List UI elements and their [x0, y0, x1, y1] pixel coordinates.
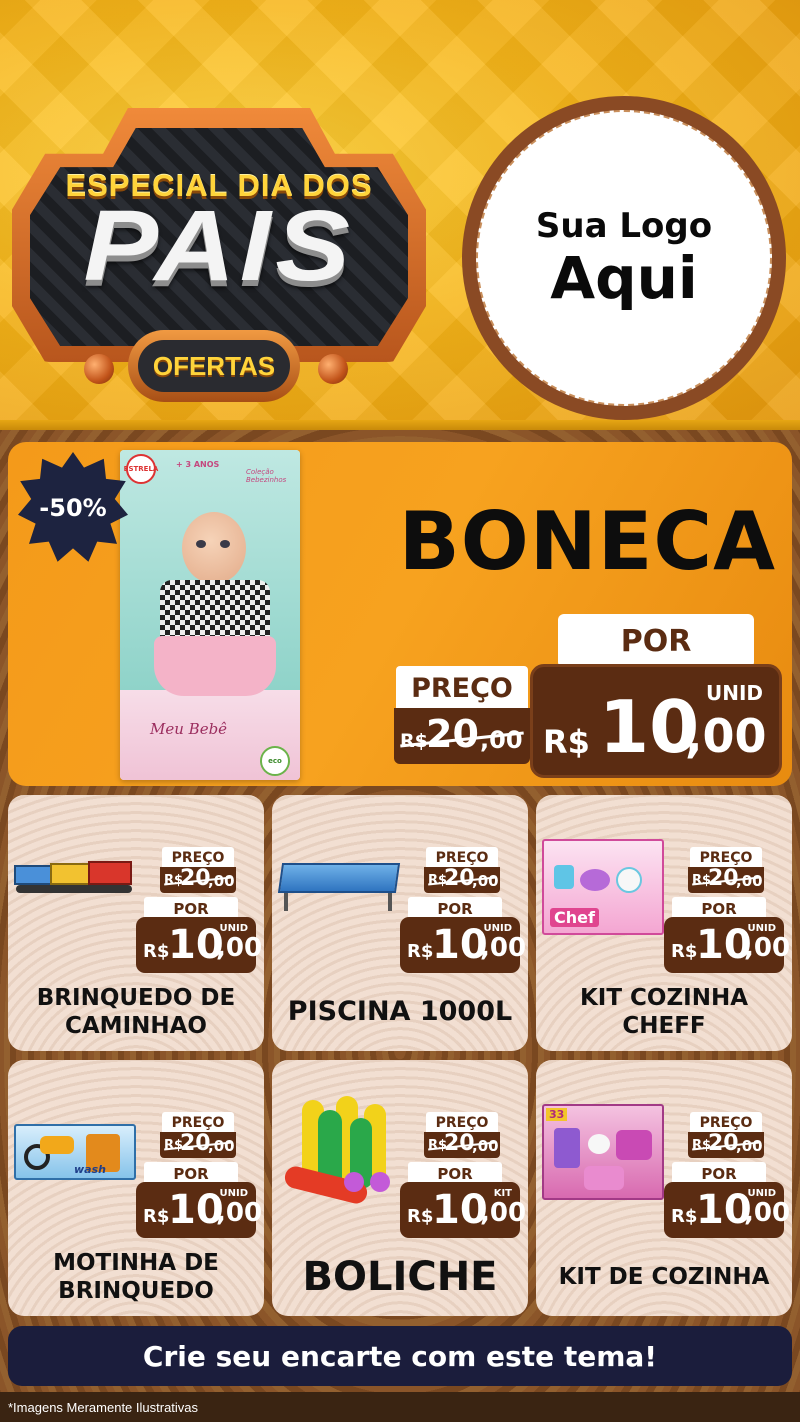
new-price: UNID R$ 10,00	[136, 1182, 262, 1238]
old-price: R$ 20,00	[424, 1131, 500, 1158]
product-name: MOTINHA DE BRINQUEDO	[53, 1250, 219, 1304]
currency-symbol: R$	[671, 941, 698, 962]
hero-old-price: R$ 20 ,00	[394, 708, 530, 764]
product-card[interactable]: PREÇO R$ 20,00 POR KIT R$ 10,00 BOLICHE	[272, 1060, 528, 1316]
product-card[interactable]: PREÇO R$ 20,00 POR UNID R$ 10,00 PISCINA 1000L	[272, 795, 528, 1051]
hero-product-title: BONECA	[398, 495, 776, 588]
create-flyer-button[interactable]: Crie seu encarte com este tema!	[8, 1326, 792, 1386]
product-card[interactable]: Chef PREÇO R$ 20,00 POR UNID R$ 10,00 KIT COZINH…	[536, 795, 792, 1051]
old-price: R$ 20,00	[160, 1131, 236, 1158]
currency-symbol: R$	[671, 1206, 698, 1227]
collection-label: Coleção Bebezinhos	[246, 468, 287, 484]
old-price-int: 20	[426, 712, 479, 756]
old-price-cents: ,00	[480, 726, 523, 754]
currency-symbol: R$	[543, 723, 590, 761]
motorbike-toy-image: wash	[14, 1124, 136, 1180]
doll-product-image: ESTRELA + 3 ANOS Coleção Bebezinhos Meu …	[120, 450, 300, 780]
badge-ornament-left	[84, 354, 114, 384]
logo-line-2: Aqui	[550, 244, 698, 312]
hero-new-price: UNID R$ 10 ,00	[530, 664, 782, 778]
old-price-cents: ,00	[736, 1137, 763, 1155]
new-price: UNID R$ 10,00	[664, 1182, 790, 1238]
product-card[interactable]: wash PREÇO R$ 20,00 POR UNID R$ 10,00 MOTINHA DE…	[8, 1060, 264, 1316]
brand-logo: ESTRELA	[124, 454, 158, 484]
pool-image	[277, 857, 401, 913]
doll-eye-left	[196, 540, 206, 548]
product-name: KIT COZINHA CHEFF	[579, 985, 749, 1039]
new-price: UNID R$ 10,00	[664, 917, 790, 973]
logo-placeholder[interactable]: Sua Logo Aqui	[476, 110, 772, 406]
doll-dress-top	[160, 580, 270, 640]
price-cents: ,00	[216, 933, 263, 963]
product-name: PISCINA 1000L	[287, 996, 513, 1027]
badge-ofertas-label: OFERTAS	[138, 340, 290, 392]
kitchen-kit-image: Chef	[542, 839, 664, 935]
old-price: R$ 20,00	[688, 866, 764, 893]
old-price-cents: ,00	[208, 872, 235, 890]
product-name: BRINQUEDO DE CAMINHAO	[36, 985, 236, 1039]
age-label: + 3 ANOS	[176, 460, 220, 469]
new-price: UNID R$ 10,00	[400, 917, 526, 973]
price-cents: ,00	[480, 1198, 527, 1228]
eco-seal: eco	[260, 746, 290, 776]
price-cents: ,00	[480, 933, 527, 963]
price-cents: ,00	[216, 1198, 263, 1228]
hero-por-label: POR	[558, 614, 754, 668]
product-name: BOLICHE	[302, 1254, 498, 1300]
doll-skirt	[154, 636, 276, 696]
header-divider	[0, 420, 800, 430]
currency-symbol: R$	[143, 941, 170, 962]
price-cents: ,00	[744, 1198, 791, 1228]
unit-label: UNID	[705, 681, 763, 705]
currency-symbol: R$	[407, 1206, 434, 1227]
product-card[interactable]: 33 PREÇO R$ 20,00 POR UNID R$ 10,00 KIT DE COZIN…	[536, 1060, 792, 1316]
box-product-name: Meu Bebê	[150, 720, 228, 738]
old-price-cents: ,00	[472, 872, 499, 890]
price-cents: ,00	[744, 933, 791, 963]
badge-ornament-right	[318, 354, 348, 384]
bowling-set-image	[280, 1094, 404, 1218]
new-price: UNID R$ 10,00	[136, 917, 262, 973]
disclaimer-text: *Imagens Meramente Ilustrativas	[0, 1392, 800, 1422]
kitchen-set-image: 33	[542, 1104, 664, 1200]
currency-symbol: R$	[407, 941, 434, 962]
box-brand-text: Chef	[550, 908, 599, 927]
currency-symbol: R$	[143, 1206, 170, 1227]
new-price: KIT R$ 10,00	[400, 1182, 526, 1238]
badge-main-text: PAIS	[83, 190, 355, 302]
old-price-cents: ,00	[208, 1137, 235, 1155]
old-price-cents: ,00	[736, 872, 763, 890]
doll-eye-right	[220, 540, 230, 548]
product-name: KIT DE COZINHA	[558, 1264, 770, 1290]
box-count-label: 33	[546, 1108, 568, 1121]
old-price: R$ 20,00	[688, 1131, 764, 1158]
old-price-cents: ,00	[472, 1137, 499, 1155]
logo-line-1: Sua Logo	[535, 206, 713, 246]
doll-head	[182, 512, 246, 584]
old-price: R$ 20,00	[160, 866, 236, 893]
box-brand-text: wash	[74, 1163, 106, 1176]
old-price: R$ 20,00	[424, 866, 500, 893]
hero-preco-label: PREÇO	[396, 666, 528, 710]
price-cents: ,00	[685, 709, 767, 763]
truck-toy-image	[14, 857, 134, 903]
product-card[interactable]: PREÇO R$ 20,00 POR UNID R$ 10,00 BRINQUEDO DE C…	[8, 795, 264, 1051]
